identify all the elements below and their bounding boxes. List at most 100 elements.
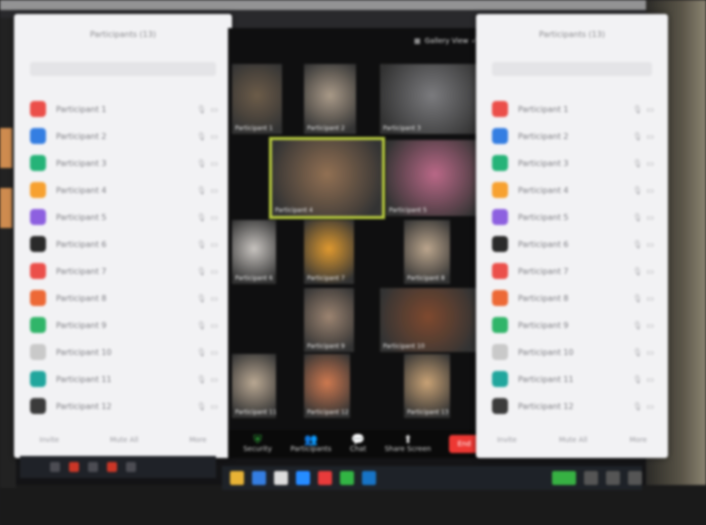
video-tile[interactable]: Participant 8 [404,220,450,284]
chat-button[interactable]: 💬 Chat [350,434,366,454]
app-icon[interactable] [606,471,620,485]
participant-row[interactable]: Participant 2 🎙 ▭ [30,125,218,147]
video-icon[interactable]: ▭ [646,213,654,222]
app-icon[interactable] [69,462,79,472]
participant-row[interactable]: Participant 2 🎙 ▭ [492,125,654,147]
mute-all-button[interactable]: Mute All [110,436,138,444]
mic-icon[interactable]: 🎙 [632,213,642,222]
participant-row[interactable]: Participant 3 🎙 ▭ [30,152,218,174]
mic-icon[interactable]: 🎙 [196,105,206,114]
mic-icon[interactable]: 🎙 [632,105,642,114]
app-icon[interactable] [552,471,576,485]
video-icon[interactable]: ▭ [646,267,654,276]
participant-row[interactable]: Participant 9 🎙 ▭ [30,314,218,336]
video-icon[interactable]: ▭ [210,213,218,222]
video-icon[interactable]: ▭ [210,375,218,384]
video-tile[interactable]: Participant 7 [304,220,354,284]
zoom-icon[interactable] [296,471,310,485]
video-tile[interactable]: Participant 10 [380,288,476,352]
participant-row[interactable]: Participant 1 🎙 ▭ [492,98,654,120]
mic-icon[interactable]: 🎙 [632,132,642,141]
mic-icon[interactable]: 🎙 [196,375,206,384]
video-icon[interactable]: ▭ [646,186,654,195]
video-icon[interactable]: ▭ [646,321,654,330]
mute-all-button[interactable]: Mute All [559,436,587,444]
participant-row[interactable]: Participant 9 🎙 ▭ [492,314,654,336]
mic-icon[interactable]: 🎙 [196,267,206,276]
invite-button[interactable]: Invite [497,436,517,444]
participant-row[interactable]: Participant 3 🎙 ▭ [492,152,654,174]
video-icon[interactable]: ▭ [646,375,654,384]
mic-icon[interactable]: 🎙 [632,240,642,249]
video-icon[interactable]: ▭ [210,240,218,249]
video-icon[interactable]: ▭ [210,186,218,195]
app-icon[interactable] [318,471,332,485]
mic-icon[interactable]: 🎙 [196,159,206,168]
mic-icon[interactable]: 🎙 [632,402,642,411]
search-input[interactable] [30,62,216,76]
end-meeting-button[interactable]: End [449,435,479,453]
participant-row[interactable]: Participant 1 🎙 ▭ [30,98,218,120]
video-icon[interactable]: ▭ [646,105,654,114]
more-button[interactable]: More [189,436,206,444]
participant-row[interactable]: Participant 6 🎙 ▭ [30,233,218,255]
video-tile[interactable]: Participant 5 [386,140,484,216]
mic-icon[interactable]: 🎙 [632,186,642,195]
mic-icon[interactable]: 🎙 [632,267,642,276]
mic-icon[interactable]: 🎙 [196,132,206,141]
app-icon[interactable] [362,471,376,485]
mic-icon[interactable]: 🎙 [196,321,206,330]
video-tile[interactable]: Participant 4 [269,137,385,219]
video-tile[interactable]: Participant 12 [304,354,350,418]
mic-icon[interactable]: 🎙 [196,213,206,222]
video-tile[interactable]: Participant 1 [232,64,282,134]
video-icon[interactable]: ▭ [646,402,654,411]
participant-row[interactable]: Participant 8 🎙 ▭ [492,287,654,309]
participant-row[interactable]: Participant 5 🎙 ▭ [30,206,218,228]
video-icon[interactable]: ▭ [646,240,654,249]
participant-row[interactable]: Participant 10 🎙 ▭ [492,341,654,363]
app-icon[interactable] [107,462,117,472]
mic-icon[interactable]: 🎙 [632,294,642,303]
app-icon[interactable] [274,471,288,485]
mic-icon[interactable]: 🎙 [196,348,206,357]
video-tile[interactable]: Participant 11 [232,354,276,418]
participant-row[interactable]: Participant 11 🎙 ▭ [30,368,218,390]
video-icon[interactable]: ▭ [210,402,218,411]
browser-icon[interactable] [252,471,266,485]
app-icon[interactable] [50,462,60,472]
video-icon[interactable]: ▭ [646,348,654,357]
video-icon[interactable]: ▭ [210,294,218,303]
more-button[interactable]: More [630,436,647,444]
security-button[interactable]: ⛨ Security [243,434,272,454]
mic-icon[interactable]: 🎙 [632,159,642,168]
folder-icon[interactable] [230,471,244,485]
search-input[interactable] [492,62,652,76]
video-tile[interactable]: Participant 9 [304,288,354,352]
video-icon[interactable]: ▭ [646,132,654,141]
video-tile[interactable]: Participant 6 [232,220,276,284]
mic-icon[interactable]: 🎙 [632,348,642,357]
video-icon[interactable]: ▭ [210,321,218,330]
gallery-view-button[interactable]: ▦ Gallery View ⤢ [414,36,478,45]
video-icon[interactable]: ▭ [210,132,218,141]
participant-row[interactable]: Participant 10 🎙 ▭ [30,341,218,363]
participant-row[interactable]: Participant 7 🎙 ▭ [30,260,218,282]
video-icon[interactable]: ▭ [210,348,218,357]
mic-icon[interactable]: 🎙 [196,240,206,249]
app-icon[interactable] [126,462,136,472]
video-icon[interactable]: ▭ [210,159,218,168]
participants-button[interactable]: 👥 Participants [290,434,331,454]
participant-row[interactable]: Participant 8 🎙 ▭ [30,287,218,309]
mic-icon[interactable]: 🎙 [196,402,206,411]
participant-row[interactable]: Participant 4 🎙 ▭ [30,179,218,201]
participant-row[interactable]: Participant 12 🎙 ▭ [492,395,654,417]
mic-icon[interactable]: 🎙 [196,186,206,195]
participant-row[interactable]: Participant 12 🎙 ▭ [30,395,218,417]
video-icon[interactable]: ▭ [646,294,654,303]
video-tile[interactable]: Participant 13 [404,354,450,418]
participant-row[interactable]: Participant 7 🎙 ▭ [492,260,654,282]
mic-icon[interactable]: 🎙 [632,321,642,330]
mic-icon[interactable]: 🎙 [632,375,642,384]
video-icon[interactable]: ▭ [646,159,654,168]
